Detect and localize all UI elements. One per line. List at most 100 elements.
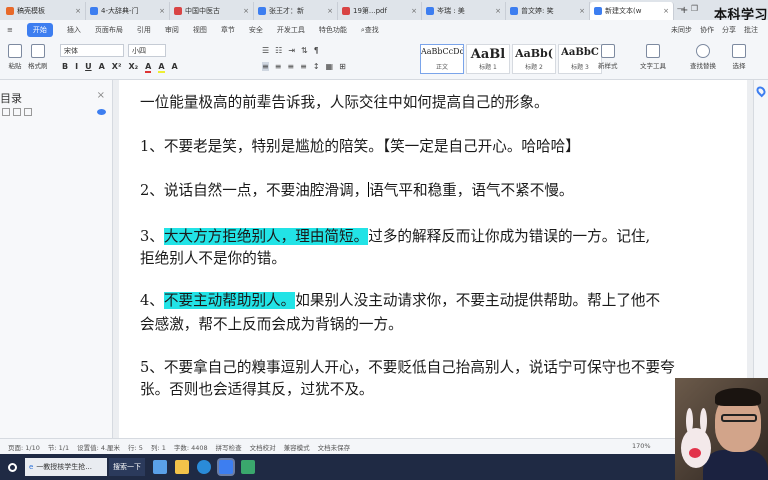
text-tools-button[interactable]: 文字工具 [640, 44, 666, 70]
menu-search[interactable]: ⌕查找 [361, 25, 379, 35]
bold-button[interactable]: B [62, 62, 68, 73]
superscript-button[interactable]: X² [112, 62, 122, 73]
task-view-icon[interactable] [153, 460, 167, 474]
subscript-button[interactable]: X₂ [128, 62, 138, 73]
menu-item[interactable]: 章节 [221, 25, 235, 35]
share-button[interactable]: 分享 [722, 25, 736, 35]
close-tab-icon[interactable]: × [75, 7, 81, 15]
document-tab[interactable]: 4-大辞典-门 × [86, 2, 170, 20]
char-shading-button[interactable]: A [172, 62, 178, 73]
expand-icon[interactable] [2, 108, 10, 116]
status-page[interactable]: 页面: 1/10 [8, 442, 40, 452]
menu-item[interactable]: 安全 [249, 25, 263, 35]
close-tab-icon[interactable]: × [579, 7, 585, 15]
font-color-button[interactable]: A [145, 62, 152, 73]
close-icon[interactable]: × [97, 90, 105, 101]
show-marks-icon[interactable]: ¶ [314, 46, 319, 55]
zoom-level[interactable]: 170% [632, 442, 651, 450]
highlighted-text: 不要主动帮助别人。 [163, 292, 296, 309]
document-tab[interactable]: 稿壳模板 × [2, 2, 86, 20]
menu-item[interactable]: 插入 [67, 25, 81, 35]
select-icon [732, 44, 746, 58]
select-button[interactable]: 选择 [732, 44, 746, 70]
highlight-button[interactable]: A [158, 62, 165, 73]
collapse-icon[interactable] [13, 108, 21, 116]
taskbar-search-input[interactable]: e 一教授核学生抢... [25, 458, 107, 476]
taskbar-search-button[interactable]: 搜索一下 [109, 458, 145, 476]
menu-item[interactable]: 引用 [137, 25, 151, 35]
close-tab-icon[interactable]: × [327, 7, 333, 15]
sync-status[interactable]: 未同步 [671, 25, 692, 35]
minimize-icon[interactable]: — [677, 4, 685, 13]
doc-check-toggle[interactable]: 文档校对 [250, 442, 276, 452]
window-controls: — ❐ [677, 4, 698, 13]
search-icon[interactable] [8, 462, 17, 472]
line-spacing-icon[interactable]: ↕ [313, 62, 320, 71]
font-name-select[interactable]: 宋体 [60, 44, 124, 57]
close-tab-icon[interactable]: × [495, 7, 501, 15]
style-heading-3[interactable]: AaBbC 标题 3 [558, 44, 602, 74]
justify-icon[interactable]: ≡ [300, 62, 307, 71]
style-normal[interactable]: AaBbCcDd 正文 [420, 44, 464, 74]
style-heading-2[interactable]: AaBb( 标题 2 [512, 44, 556, 74]
spell-check-toggle[interactable]: 拼写检查 [216, 442, 242, 452]
paragraph-1: 1、不要老是笑，特别是尴尬的陪笑。【笑一定是自己开心。哈哈哈】 [140, 138, 580, 155]
tab-label: 4-大辞典-门 [101, 7, 139, 15]
menu-start-tab[interactable]: 开始 [26, 23, 53, 37]
document-icon [594, 7, 602, 15]
document-page[interactable]: 一位能量极高的前辈告诉我，人际交往中如何提高自己的形象。 1、不要老是笑，特别是… [119, 80, 747, 438]
taskbar-search-text: 一教授核学生抢... [36, 463, 92, 471]
menu-item[interactable]: 开发工具 [277, 25, 305, 35]
document-tab[interactable]: 曾文婷: 笑 × [506, 2, 590, 20]
menu-item[interactable]: 视图 [193, 25, 207, 35]
menu-icon[interactable]: ≡ [7, 26, 13, 34]
menu-item[interactable]: 页面布局 [95, 25, 123, 35]
align-center-icon[interactable]: ≡ [275, 62, 282, 71]
border-icon[interactable]: ⊞ [339, 62, 346, 71]
format-painter-button[interactable]: 格式刷 [28, 44, 48, 70]
document-tab[interactable]: 中国中医古 × [170, 2, 254, 20]
close-tab-icon[interactable]: × [663, 7, 669, 15]
location-pin-icon[interactable] [754, 84, 768, 98]
underline-button[interactable]: U [85, 62, 92, 73]
level-icon[interactable] [24, 108, 32, 116]
document-tab[interactable]: 新建文本(w × [590, 2, 674, 20]
menu-item[interactable]: 审阅 [165, 25, 179, 35]
align-left-icon[interactable]: ≡ [262, 62, 269, 71]
document-tab[interactable]: 19第...pdf × [338, 2, 422, 20]
new-style-button[interactable]: 新样式 [598, 44, 618, 70]
numbered-list-icon[interactable]: ☷ [275, 46, 282, 55]
eye-icon[interactable] [97, 109, 106, 115]
shading-icon[interactable]: ▦ [326, 62, 334, 71]
menu-item[interactable]: 特色功能 [319, 25, 347, 35]
format-painter-label: 格式刷 [28, 62, 48, 70]
wps-writer-icon[interactable] [219, 460, 233, 474]
edge-browser-icon[interactable] [197, 460, 211, 474]
text-effect-button[interactable]: A [99, 62, 105, 73]
sort-icon[interactable]: ⇅ [301, 46, 308, 55]
style-heading-1[interactable]: AaBl 标题 1 [466, 44, 510, 74]
app-icon[interactable] [241, 460, 255, 474]
align-right-icon[interactable]: ≡ [287, 62, 294, 71]
close-tab-icon[interactable]: × [411, 7, 417, 15]
indent-icon[interactable]: ⇥ [288, 46, 295, 55]
close-tab-icon[interactable]: × [243, 7, 249, 15]
status-words[interactable]: 字数: 4408 [174, 442, 208, 452]
presenter-shirt [703, 450, 768, 480]
collab-button[interactable]: 协作 [700, 25, 714, 35]
paragraph-3-line-1: 3、大大方方拒绝别人，理由简短。过多的解释反而让你成为错误的一方。记住, [140, 226, 740, 248]
paste-button[interactable]: 粘贴 [8, 44, 22, 70]
document-tab[interactable]: 张王才：新 × [254, 2, 338, 20]
file-explorer-icon[interactable] [175, 460, 189, 474]
font-size-select[interactable]: 小四 [128, 44, 166, 57]
close-tab-icon[interactable]: × [159, 7, 165, 15]
comment-button[interactable]: 批注 [744, 25, 758, 35]
document-icon [510, 7, 518, 15]
restore-icon[interactable]: ❐ [691, 4, 698, 13]
bullet-list-icon[interactable]: ☰ [262, 46, 269, 55]
find-replace-button[interactable]: 查找替换 [690, 44, 716, 70]
document-tab[interactable]: 岑瑞 : 美 × [422, 2, 506, 20]
style-preview: AaBbC [561, 47, 599, 58]
italic-button[interactable]: I [75, 62, 78, 73]
heart-shape [689, 448, 701, 458]
